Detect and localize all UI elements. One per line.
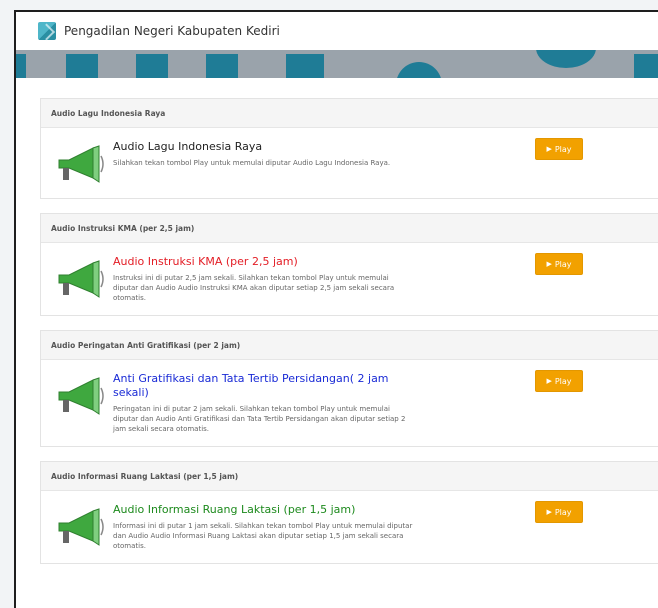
audio-title: Anti Gratifikasi dan Tata Tertib Persida… [113,372,389,399]
audio-panel: Audio Informasi Ruang Laktasi (per 1,5 j… [40,461,658,564]
panel-header: Audio Peringatan Anti Gratifikasi (per 2… [41,331,658,360]
play-triangle-icon: ▶ [546,145,552,153]
panel-body: Anti Gratifikasi dan Tata Tertib Persida… [41,360,658,446]
megaphone-icon [58,260,104,298]
audio-description: Silahkan tekan tombol Play untuk memulai… [113,159,391,167]
play-button-label: Play [554,507,572,517]
audio-panel: Audio Instruksi KMA (per 2,5 jam) Audio … [40,213,658,316]
panel-body: Audio Instruksi KMA (per 2,5 jam) Instru… [41,243,658,315]
audio-title: Audio Informasi Ruang Laktasi (per 1,5 j… [113,503,356,516]
audio-list: Audio Lagu Indonesia Raya Audio Lagu Ind… [16,78,658,564]
panel-header: Audio Lagu Indonesia Raya [41,99,658,128]
play-button[interactable]: ▶ Play [535,138,583,160]
app-logo-icon [38,22,56,40]
audio-description: Peringatan ini di putar 2 jam sekali. Si… [113,405,406,433]
panel-header: Audio Instruksi KMA (per 2,5 jam) [41,214,658,243]
play-triangle-icon: ▶ [546,377,552,385]
audio-title: Audio Lagu Indonesia Raya [113,140,263,153]
play-button[interactable]: ▶ Play [535,501,583,523]
megaphone-icon [58,508,104,546]
audio-panel: Audio Lagu Indonesia Raya Audio Lagu Ind… [40,98,658,199]
panel-body: Audio Lagu Indonesia Raya Silahkan tekan… [41,128,658,198]
app-title: Pengadilan Negeri Kabupaten Kediri [64,24,280,38]
audio-title: Audio Instruksi KMA (per 2,5 jam) [113,255,298,268]
play-button-label: Play [554,376,572,386]
megaphone-icon [58,377,104,415]
app-window: Pengadilan Negeri Kabupaten Kediri Audio… [14,10,658,608]
play-button[interactable]: ▶ Play [535,370,583,392]
audio-description: Informasi ini di putar 1 jam sekali. Sil… [113,522,413,550]
play-button[interactable]: ▶ Play [535,253,583,275]
app-header: Pengadilan Negeri Kabupaten Kediri [16,12,658,50]
play-triangle-icon: ▶ [546,260,552,268]
megaphone-icon [58,145,104,183]
header-banner [16,50,658,78]
audio-panel: Audio Peringatan Anti Gratifikasi (per 2… [40,330,658,447]
panel-header: Audio Informasi Ruang Laktasi (per 1,5 j… [41,462,658,491]
play-triangle-icon: ▶ [546,508,552,516]
audio-description: Instruksi ini di putar 2,5 jam sekali. S… [113,274,395,302]
play-button-label: Play [554,144,572,154]
panel-body: Audio Informasi Ruang Laktasi (per 1,5 j… [41,491,658,563]
play-button-label: Play [554,259,572,269]
